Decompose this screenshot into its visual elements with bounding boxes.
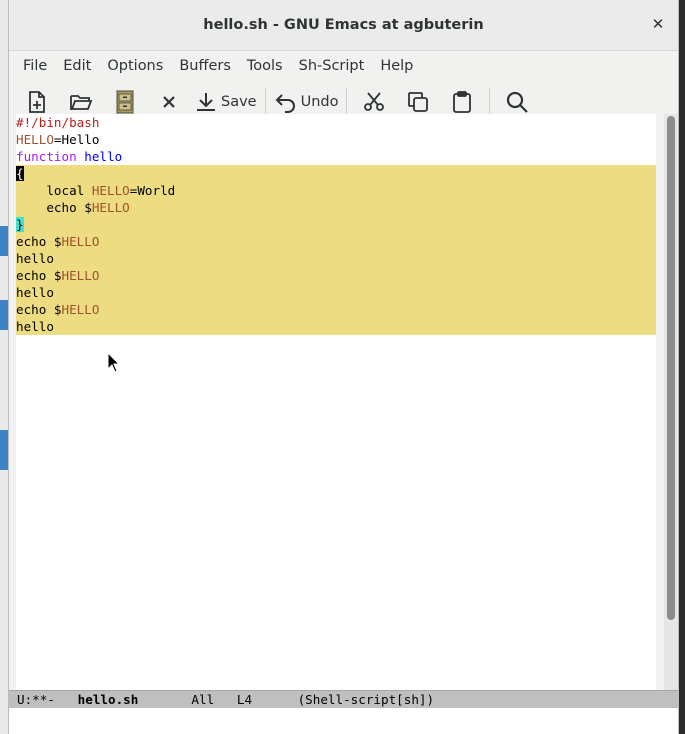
code-token: local [16,183,92,198]
code-token: echo $ [16,200,92,215]
code-line[interactable]: hello [16,284,656,301]
code-token: hello [16,251,54,266]
code-token: HELLO [61,302,100,317]
code-line[interactable]: echo $HELLO [16,267,656,284]
code-token: echo $ [16,268,62,283]
close-icon: ✕ [651,15,665,33]
new-file-icon [29,91,45,113]
toolbar-separator [489,88,491,116]
window-title: hello.sh - GNU Emacs at agbuterin [203,17,484,33]
modeline-line: L4 [236,692,253,707]
code-line[interactable]: #!/bin/bash [16,114,656,131]
code-token: echo $ [16,234,62,249]
code-token: HELLO [91,200,130,215]
code-token: =Hello [53,132,100,147]
code-token: HELLO [61,234,100,249]
toolbar-separator [264,88,266,116]
code-token: } [16,217,24,232]
title-bar[interactable]: hello.sh - GNU Emacs at agbuterin ✕ [9,0,678,51]
modeline-major-mode[interactable]: (Shell-script[sh]) [298,692,434,707]
code-token: HELLO [16,132,54,147]
code-line[interactable]: echo $HELLO [16,233,656,250]
toolbar-separator [346,88,348,116]
modeline-buffer-name[interactable]: hello.sh [78,692,139,707]
file-cabinet-icon [116,90,134,114]
close-icon [163,96,175,108]
code-token: HELLO [91,183,130,198]
text-cursor: { [16,166,24,181]
desktop-background-right [679,0,685,734]
menu-buffers[interactable]: Buffers [171,58,239,74]
folder-open-icon [70,95,93,110]
clipboard-icon [453,91,472,113]
code-line[interactable]: local HELLO=World [16,182,656,199]
code-token: hello [84,149,123,164]
menu-sh-script[interactable]: Sh-Script [291,58,373,74]
right-fringe [656,114,664,690]
code-line[interactable]: hello [16,318,656,335]
vertical-scrollbar[interactable] [664,114,678,690]
code-line[interactable]: { [16,165,656,182]
code-line[interactable]: echo $HELLO [16,199,656,216]
menu-options[interactable]: Options [99,58,171,74]
scissors-icon [364,92,385,111]
minibuffer[interactable] [9,708,678,734]
code-line[interactable]: echo $HELLO [16,301,656,318]
menu-file[interactable]: File [15,58,55,74]
editor-buffer[interactable]: #!/bin/bash HELLO=Hello function hello{ lo… [16,114,656,690]
code-token: #!/bin/bash [16,115,100,130]
copy-icon [408,92,429,112]
code-token: function [16,149,77,164]
code-line[interactable]: function hello [16,148,656,165]
code-token: echo $ [16,302,62,317]
code-line[interactable]: } [16,216,656,233]
menu-tools[interactable]: Tools [239,58,291,74]
code-token: HELLO [61,268,100,283]
code-line[interactable]: HELLO=Hello [16,131,656,148]
desktop-background-left [0,0,8,734]
code-token: =World [129,183,176,198]
modeline-position: All [191,692,215,707]
code-line[interactable]: hello [16,250,656,267]
mode-line: U:**- hello.sh All L4 (Shell-script[sh]) [9,690,678,708]
code-token: hello [16,285,54,300]
download-icon [197,93,215,111]
mouse-pointer-icon [107,352,121,373]
left-fringe [9,114,16,690]
undo-icon [275,94,295,113]
scrollbar-thumb[interactable] [667,116,675,620]
undo-label: Undo [300,94,339,110]
close-button[interactable]: ✕ [648,14,668,34]
search-icon [507,91,529,113]
save-label: Save [221,94,257,110]
menu-edit[interactable]: Edit [55,58,99,74]
code-token: hello [16,319,54,334]
menu-bar: File Edit Options Buffers Tools Sh-Scrip… [9,51,678,81]
menu-help[interactable]: Help [372,58,421,74]
modeline-status: U:**- [17,692,55,707]
